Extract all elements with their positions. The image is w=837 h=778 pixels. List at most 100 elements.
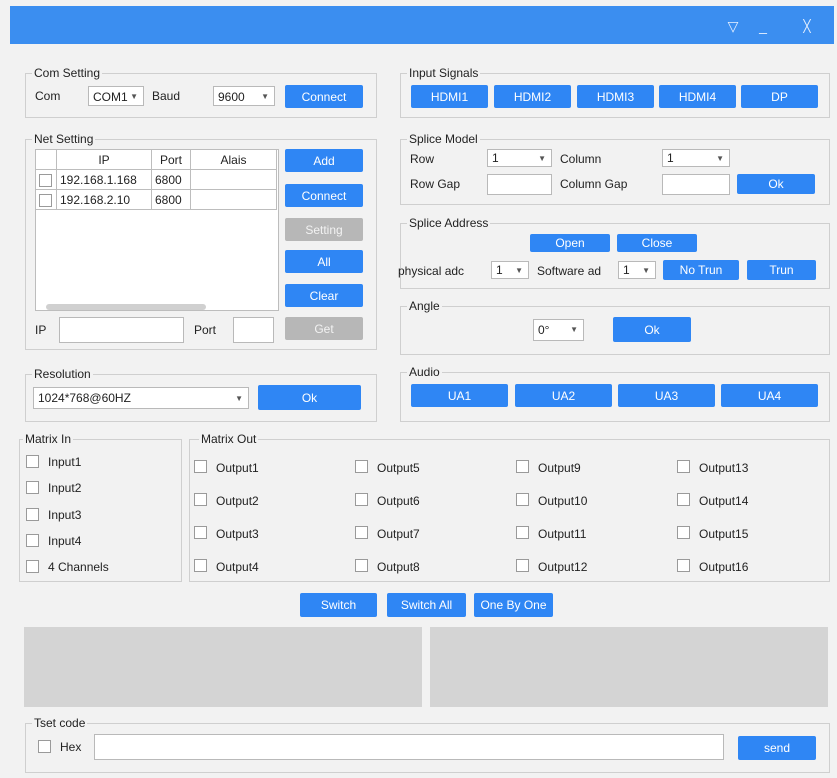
column-gap-label: Column Gap bbox=[560, 177, 628, 191]
input-signals-title: Input Signals bbox=[407, 66, 481, 80]
column-gap-input[interactable] bbox=[662, 174, 730, 195]
row-gap-input[interactable] bbox=[487, 174, 552, 195]
port-label: Port bbox=[194, 323, 217, 337]
chevron-down-icon: ▼ bbox=[538, 154, 546, 163]
open-button[interactable]: Open bbox=[530, 234, 610, 252]
output10-checkbox[interactable] bbox=[516, 493, 529, 506]
output6-label: Output6 bbox=[377, 494, 420, 508]
output9-checkbox[interactable] bbox=[516, 460, 529, 473]
output2-checkbox[interactable] bbox=[194, 493, 207, 506]
chevron-down-icon: ▼ bbox=[570, 325, 578, 334]
column-header-ip: IP bbox=[56, 150, 152, 170]
row-checkbox[interactable] bbox=[39, 173, 52, 187]
output7-checkbox[interactable] bbox=[355, 526, 368, 539]
one-by-one-button[interactable]: One By One bbox=[474, 593, 553, 617]
port-input[interactable] bbox=[233, 317, 274, 343]
net-setting-panel: Net Setting IP Port Alais 192.168.1.168 … bbox=[25, 132, 377, 350]
ua1-button[interactable]: UA1 bbox=[411, 384, 508, 407]
row-select[interactable]: 1 ▼ bbox=[487, 149, 552, 167]
row-value: 1 bbox=[492, 151, 499, 165]
horizontal-scrollbar[interactable] bbox=[46, 304, 206, 310]
chevron-down-icon: ▼ bbox=[515, 266, 523, 275]
dp-button[interactable]: DP bbox=[741, 85, 818, 108]
matrix-out-panel: Matrix Out Output1 Output2 Output3 Outpu… bbox=[189, 432, 830, 582]
splice-address-title: Splice Address bbox=[407, 216, 491, 230]
output14-checkbox[interactable] bbox=[677, 493, 690, 506]
net-connect-button[interactable]: Connect bbox=[285, 184, 363, 207]
output9-label: Output9 bbox=[538, 461, 581, 475]
ip-cell: 192.168.1.168 bbox=[56, 169, 152, 190]
add-button[interactable]: Add bbox=[285, 149, 363, 172]
table-row[interactable]: 192.168.1.168 6800 bbox=[36, 169, 277, 190]
output11-checkbox[interactable] bbox=[516, 526, 529, 539]
row-checkbox[interactable] bbox=[39, 193, 52, 207]
ua2-button[interactable]: UA2 bbox=[515, 384, 612, 407]
hex-checkbox[interactable] bbox=[38, 740, 51, 753]
output3-checkbox[interactable] bbox=[194, 526, 207, 539]
angle-select[interactable]: 0° ▼ bbox=[533, 319, 584, 341]
table-row[interactable]: 192.168.2.10 6800 bbox=[36, 189, 277, 210]
resolution-select[interactable]: 1024*768@60HZ ▼ bbox=[33, 387, 249, 409]
com-connect-button[interactable]: Connect bbox=[285, 85, 363, 108]
output8-checkbox[interactable] bbox=[355, 559, 368, 572]
hdmi1-button[interactable]: HDMI1 bbox=[411, 85, 488, 108]
row-gap-label: Row Gap bbox=[410, 177, 461, 191]
physical-address-select[interactable]: 1 ▼ bbox=[491, 261, 529, 279]
input1-checkbox[interactable] bbox=[26, 455, 39, 468]
menu-dropdown-icon[interactable]: ▽ bbox=[722, 16, 744, 36]
output15-label: Output15 bbox=[699, 527, 749, 541]
clear-button[interactable]: Clear bbox=[285, 284, 363, 307]
ip-input[interactable] bbox=[59, 317, 184, 343]
four-channels-checkbox[interactable] bbox=[26, 560, 39, 573]
switch-button[interactable]: Switch bbox=[300, 593, 377, 617]
angle-ok-button[interactable]: Ok bbox=[613, 317, 691, 342]
output13-checkbox[interactable] bbox=[677, 460, 690, 473]
column-header-alias: Alais bbox=[190, 150, 277, 170]
software-address-value: 1 bbox=[623, 263, 630, 277]
output6-checkbox[interactable] bbox=[355, 493, 368, 506]
net-device-table: IP Port Alais 192.168.1.168 6800 192.168… bbox=[35, 149, 279, 311]
software-address-select[interactable]: 1 ▼ bbox=[618, 261, 656, 279]
output15-checkbox[interactable] bbox=[677, 526, 690, 539]
table-header-row: IP Port Alais bbox=[36, 150, 277, 170]
output4-checkbox[interactable] bbox=[194, 559, 207, 572]
matrix-out-title: Matrix Out bbox=[199, 432, 259, 446]
minimize-button[interactable]: _ bbox=[752, 16, 774, 36]
hdmi4-button[interactable]: HDMI4 bbox=[659, 85, 736, 108]
matrix-in-title: Matrix In bbox=[23, 432, 74, 446]
chevron-down-icon: ▼ bbox=[261, 92, 269, 101]
close-address-button[interactable]: Close bbox=[617, 234, 697, 252]
output11-label: Output11 bbox=[538, 527, 587, 541]
close-button[interactable]: ╳ bbox=[796, 16, 818, 36]
get-button[interactable]: Get bbox=[285, 317, 363, 340]
hdmi2-button[interactable]: HDMI2 bbox=[494, 85, 571, 108]
ip-cell: 192.168.2.10 bbox=[56, 189, 152, 210]
ua4-button[interactable]: UA4 bbox=[721, 384, 818, 407]
input-signals-panel: Input Signals HDMI1 HDMI2 HDMI3 HDMI4 DP bbox=[400, 66, 830, 118]
column-select[interactable]: 1 ▼ bbox=[662, 149, 730, 167]
output16-checkbox[interactable] bbox=[677, 559, 690, 572]
input2-checkbox[interactable] bbox=[26, 481, 39, 494]
setting-button[interactable]: Setting bbox=[285, 218, 363, 241]
alias-cell bbox=[190, 189, 277, 210]
title-bar: ▽ _ ╳ bbox=[10, 6, 834, 44]
input3-checkbox[interactable] bbox=[26, 508, 39, 521]
output12-checkbox[interactable] bbox=[516, 559, 529, 572]
ua3-button[interactable]: UA3 bbox=[618, 384, 715, 407]
com-port-select[interactable]: COM1 ▼ bbox=[88, 86, 144, 106]
switch-all-button[interactable]: Switch All bbox=[387, 593, 466, 617]
no-trun-button[interactable]: No Trun bbox=[663, 260, 739, 280]
trun-button[interactable]: Trun bbox=[747, 260, 816, 280]
output1-checkbox[interactable] bbox=[194, 460, 207, 473]
all-button[interactable]: All bbox=[285, 250, 363, 273]
angle-value: 0° bbox=[538, 323, 550, 337]
test-code-input[interactable] bbox=[94, 734, 724, 760]
splice-model-ok-button[interactable]: Ok bbox=[737, 174, 815, 194]
send-button[interactable]: send bbox=[738, 736, 816, 760]
baud-select[interactable]: 9600 ▼ bbox=[213, 86, 275, 106]
output5-checkbox[interactable] bbox=[355, 460, 368, 473]
angle-panel: Angle 0° ▼ Ok bbox=[400, 299, 830, 355]
hdmi3-button[interactable]: HDMI3 bbox=[577, 85, 654, 108]
input4-checkbox[interactable] bbox=[26, 534, 39, 547]
resolution-ok-button[interactable]: Ok bbox=[258, 385, 361, 410]
